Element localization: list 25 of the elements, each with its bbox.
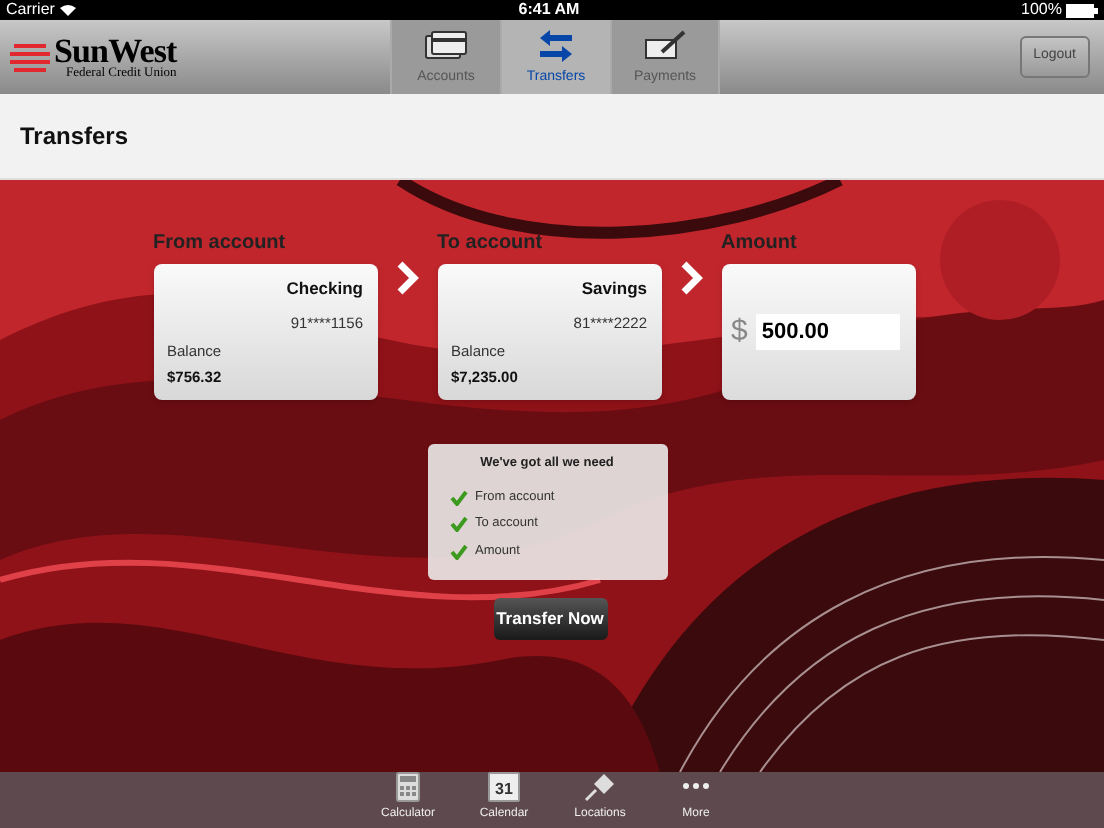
account-heading: To account xyxy=(437,230,545,258)
pushpin-icon xyxy=(584,771,616,801)
account-name: Savings xyxy=(581,276,647,302)
more-icon xyxy=(682,782,710,790)
amount-heading: Amount xyxy=(721,230,799,258)
calculator-icon xyxy=(396,771,420,801)
wifi-icon xyxy=(60,4,77,16)
battery-icon xyxy=(1066,3,1098,17)
carrier-label: Carrier xyxy=(6,0,55,22)
transfer-now-button[interactable]: Transfer Now xyxy=(493,598,607,640)
logo-wordmark: SunWest xyxy=(54,33,177,68)
calendar-icon: 31 xyxy=(488,771,520,801)
clock-time: 6:41 AM xyxy=(518,0,580,22)
credit-card-icon xyxy=(424,29,468,61)
chevron-right-icon xyxy=(395,260,419,296)
page-title: Transfers xyxy=(20,120,129,154)
account-name: Checking xyxy=(286,276,363,302)
amount-field[interactable]: 500.00 xyxy=(755,314,900,350)
battery-percent: 100% xyxy=(1021,0,1062,22)
swap-arrows-icon xyxy=(538,29,574,61)
chevron-right-icon xyxy=(679,260,703,296)
account-heading: From account xyxy=(153,230,288,258)
check-pen-icon xyxy=(643,29,687,61)
currency-symbol: $ xyxy=(731,311,748,352)
logo-stripes-icon xyxy=(10,41,50,73)
